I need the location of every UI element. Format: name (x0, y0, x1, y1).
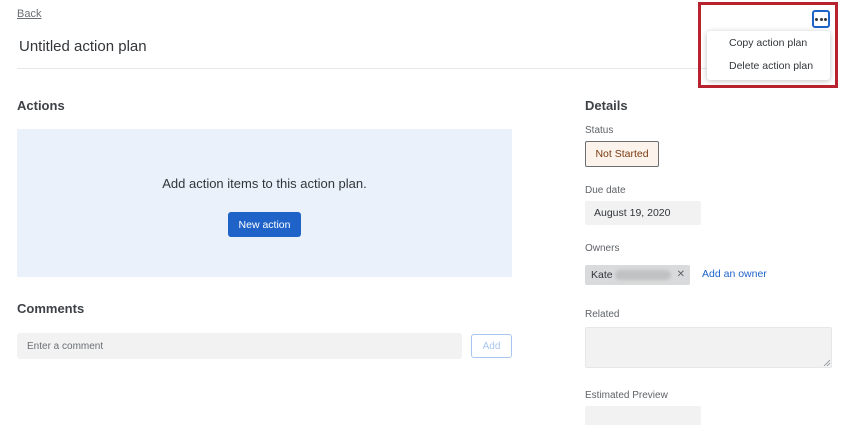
ellipsis-icon-dot (823, 17, 827, 21)
page-title: Untitled action plan (19, 38, 147, 55)
estimated-preview-field (585, 406, 701, 425)
actions-heading: Actions (17, 98, 65, 113)
related-field[interactable] (585, 327, 832, 368)
resize-grip-icon[interactable] (823, 359, 830, 366)
details-heading: Details (585, 98, 628, 113)
comment-input[interactable] (17, 333, 462, 359)
comments-heading: Comments (17, 301, 85, 316)
ellipsis-icon (815, 17, 819, 21)
back-link[interactable]: Back (17, 8, 41, 20)
new-action-button[interactable]: New action (228, 212, 301, 237)
due-date-label: Due date (585, 185, 626, 196)
header-divider (17, 68, 707, 69)
owner-surname-redacted (615, 270, 671, 280)
due-date-field[interactable]: August 19, 2020 (585, 201, 701, 225)
related-label: Related (585, 309, 620, 320)
add-owner-link[interactable]: Add an owner (702, 268, 767, 280)
estimated-preview-label: Estimated Preview (585, 390, 668, 401)
menu-item-delete-action-plan[interactable]: Delete action plan (729, 60, 813, 72)
ellipsis-icon-dot (819, 17, 823, 21)
status-label: Status (585, 125, 614, 136)
add-comment-button[interactable]: Add (471, 334, 512, 358)
more-options-menu: Copy action plan Delete action plan (707, 31, 830, 80)
owner-chip: Kate ✕ (585, 265, 690, 285)
status-badge[interactable]: Not Started (585, 141, 659, 167)
owners-label: Owners (585, 243, 620, 254)
actions-empty-message: Add action items to this action plan. (162, 176, 367, 191)
more-options-button[interactable] (812, 10, 830, 28)
menu-item-copy-action-plan[interactable]: Copy action plan (729, 37, 807, 49)
actions-empty-panel: Add action items to this action plan. Ne… (17, 129, 512, 277)
remove-owner-icon[interactable]: ✕ (677, 265, 685, 285)
owner-name: Kate (591, 269, 613, 281)
